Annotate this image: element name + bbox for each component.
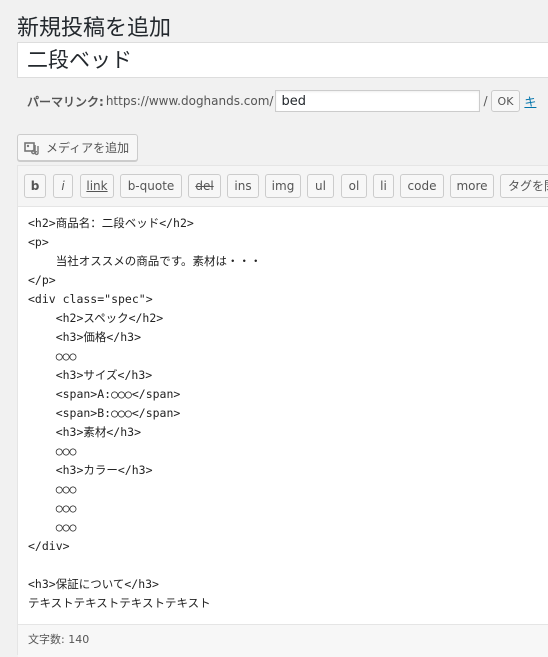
code-line: ○○○ <box>28 349 77 363</box>
qt-img-button[interactable]: img <box>265 174 301 198</box>
page-title: 新規投稿を追加 <box>17 15 172 41</box>
code-line: 当社オススメの商品です。素材は・・・ <box>28 254 262 268</box>
code-line: <h3>素材</h3> <box>28 425 142 439</box>
qt-italic-button[interactable]: i <box>53 174 73 198</box>
permalink-row: パーマリンク: https://www.doghands.com/ / OK キ <box>27 90 536 112</box>
qt-close-tags-button[interactable]: タグを閉 <box>500 174 548 198</box>
code-line: <h3>保証について</h3> <box>28 577 159 591</box>
code-line: テキストテキストテキストテキスト <box>28 596 211 610</box>
code-line: </div> <box>28 539 70 553</box>
add-media-button[interactable]: メディアを追加 <box>17 134 139 161</box>
qt-blockquote-button[interactable]: b-quote <box>120 174 182 198</box>
qt-more-button[interactable]: more <box>450 174 494 198</box>
add-media-label: メディアを追加 <box>46 141 130 155</box>
quicktags-toolbar: b i link b-quote del ins img ul ol li co… <box>18 166 548 207</box>
code-line: <h2>商品名：二段ベッド</h2> <box>28 216 194 230</box>
word-count: 文字数: 140 <box>28 633 90 646</box>
code-line: ○○○ <box>28 520 77 534</box>
post-title-text: 二段ベッド <box>27 48 132 72</box>
permalink-ok-button[interactable]: OK <box>490 90 521 112</box>
qt-code-button[interactable]: code <box>400 174 444 198</box>
post-title-field[interactable]: 二段ベッド <box>17 42 548 78</box>
qt-bold-button[interactable]: b <box>24 174 46 198</box>
code-line: <div class="spec"> <box>28 292 153 306</box>
qt-del-button[interactable]: del <box>188 174 221 198</box>
code-line: <p> <box>28 235 49 249</box>
code-line: <span>A:○○○</span> <box>28 387 181 401</box>
qt-ul-button[interactable]: ul <box>307 174 334 198</box>
permalink-slash: / <box>483 94 488 108</box>
permalink-slug-input[interactable] <box>275 90 481 112</box>
code-line: <h3>価格</h3> <box>28 330 142 344</box>
qt-ol-button[interactable]: ol <box>341 174 367 198</box>
qt-link-button[interactable]: link <box>80 174 114 198</box>
code-line: ○○○ <box>28 482 77 496</box>
qt-li-button[interactable]: li <box>373 174 394 198</box>
permalink-cancel-link[interactable]: キ <box>524 93 536 110</box>
media-icon <box>24 141 39 155</box>
code-line: <h3>サイズ</h3> <box>28 368 153 382</box>
code-line: <span>B:○○○</span> <box>28 406 181 420</box>
text-editor: b i link b-quote del ins img ul ol li co… <box>17 165 548 657</box>
permalink-label: パーマリンク: <box>27 94 104 109</box>
code-line: <h2>スペック</h2> <box>28 311 164 325</box>
content-textarea[interactable]: <h2>商品名：二段ベッド</h2> <p> 当社オススメの商品です。素材は・・・… <box>28 214 548 613</box>
qt-ins-button[interactable]: ins <box>227 174 259 198</box>
code-line: ○○○ <box>28 444 77 458</box>
code-line: </p> <box>28 273 56 287</box>
permalink-base-url: https://www.doghands.com/ <box>105 94 274 108</box>
code-line: ○○○ <box>28 501 77 515</box>
code-line: <h3>カラー</h3> <box>28 463 153 477</box>
